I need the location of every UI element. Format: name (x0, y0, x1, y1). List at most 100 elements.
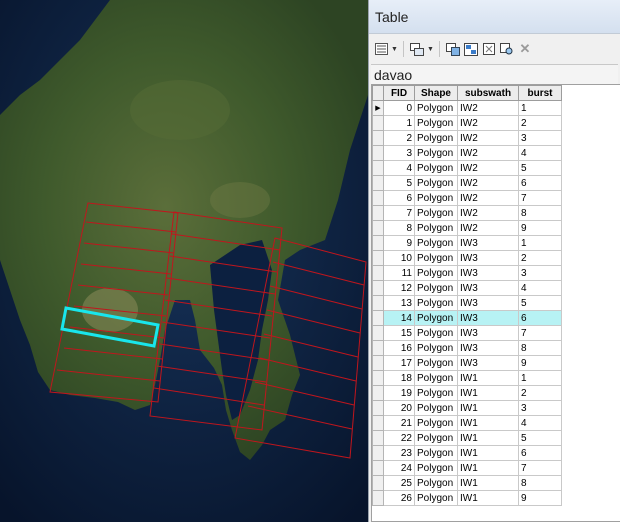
cell-subswath[interactable]: IW3 (457, 355, 519, 371)
cell-fid[interactable]: 17 (383, 355, 415, 371)
cell-shape[interactable]: Polygon (414, 325, 458, 341)
table-row[interactable]: 19 Polygon IW1 2 (372, 385, 562, 401)
table-row[interactable]: 11 Polygon IW3 3 (372, 265, 562, 281)
cell-shape[interactable]: Polygon (414, 115, 458, 131)
cell-shape[interactable]: Polygon (414, 130, 458, 146)
cell-shape[interactable]: Polygon (414, 310, 458, 326)
related-tables-icon[interactable] (409, 41, 425, 57)
cell-shape[interactable]: Polygon (414, 160, 458, 176)
select-by-attributes-icon[interactable] (445, 41, 461, 57)
cell-subswath[interactable]: IW3 (457, 280, 519, 296)
cell-fid[interactable]: 5 (383, 175, 415, 191)
table-row[interactable]: 18 Polygon IW1 1 (372, 370, 562, 386)
cell-burst[interactable]: 2 (518, 250, 562, 266)
row-selector[interactable] (372, 235, 384, 251)
attribute-table[interactable]: FID Shape subswath burst ▶ 0 Polygon IW2 1 1 P… (371, 84, 620, 522)
cell-subswath[interactable]: IW1 (457, 490, 519, 506)
row-selector[interactable] (372, 460, 384, 476)
cell-subswath[interactable]: IW2 (457, 175, 519, 191)
cell-fid[interactable]: 6 (383, 190, 415, 206)
cell-fid[interactable]: 12 (383, 280, 415, 296)
row-selector[interactable] (372, 370, 384, 386)
cell-shape[interactable]: Polygon (414, 235, 458, 251)
row-selector[interactable] (372, 400, 384, 416)
cell-burst[interactable]: 3 (518, 400, 562, 416)
row-selector[interactable] (372, 250, 384, 266)
chevron-down-icon[interactable]: ▼ (427, 46, 434, 53)
cell-fid[interactable]: 13 (383, 295, 415, 311)
cell-burst[interactable]: 6 (518, 445, 562, 461)
row-selector[interactable] (372, 430, 384, 446)
cell-fid[interactable]: 19 (383, 385, 415, 401)
column-header-subswath[interactable]: subswath (457, 85, 519, 101)
cell-shape[interactable]: Polygon (414, 385, 458, 401)
column-header-shape[interactable]: Shape (414, 85, 458, 101)
cell-subswath[interactable]: IW1 (457, 475, 519, 491)
cell-subswath[interactable]: IW2 (457, 115, 519, 131)
map-view[interactable] (0, 0, 368, 522)
table-row[interactable]: 20 Polygon IW1 3 (372, 400, 562, 416)
table-row[interactable]: 3 Polygon IW2 4 (372, 145, 562, 161)
cell-fid[interactable]: 7 (383, 205, 415, 221)
row-selector[interactable] (372, 175, 384, 191)
cell-burst[interactable]: 9 (518, 490, 562, 506)
chevron-down-icon[interactable]: ▼ (391, 46, 398, 53)
row-selector[interactable] (372, 280, 384, 296)
table-row[interactable]: 7 Polygon IW2 8 (372, 205, 562, 221)
row-selector[interactable] (372, 310, 384, 326)
cell-fid[interactable]: 2 (383, 130, 415, 146)
row-selector-header[interactable] (372, 85, 384, 101)
cell-shape[interactable]: Polygon (414, 445, 458, 461)
cell-subswath[interactable]: IW3 (457, 325, 519, 341)
cell-shape[interactable]: Polygon (414, 295, 458, 311)
cell-burst[interactable]: 2 (518, 115, 562, 131)
cell-shape[interactable]: Polygon (414, 490, 458, 506)
cell-fid[interactable]: 23 (383, 445, 415, 461)
table-row[interactable]: 13 Polygon IW3 5 (372, 295, 562, 311)
row-selector[interactable] (372, 220, 384, 236)
cell-burst[interactable]: 6 (518, 175, 562, 191)
row-selector[interactable] (372, 190, 384, 206)
cell-burst[interactable]: 5 (518, 160, 562, 176)
cell-fid[interactable]: 10 (383, 250, 415, 266)
cell-burst[interactable]: 5 (518, 295, 562, 311)
column-header-fid[interactable]: FID (383, 85, 415, 101)
cell-subswath[interactable]: IW1 (457, 370, 519, 386)
table-row[interactable]: 17 Polygon IW3 9 (372, 355, 562, 371)
layer-name[interactable]: davao (371, 64, 618, 85)
cell-fid[interactable]: 4 (383, 160, 415, 176)
cell-fid[interactable]: 25 (383, 475, 415, 491)
cell-shape[interactable]: Polygon (414, 205, 458, 221)
cell-subswath[interactable]: IW3 (457, 295, 519, 311)
row-selector[interactable] (372, 130, 384, 146)
cell-fid[interactable]: 0 (383, 100, 415, 116)
cell-subswath[interactable]: IW2 (457, 130, 519, 146)
cell-subswath[interactable]: IW1 (457, 430, 519, 446)
cell-fid[interactable]: 16 (383, 340, 415, 356)
row-selector[interactable] (372, 415, 384, 431)
cell-subswath[interactable]: IW1 (457, 400, 519, 416)
cell-burst[interactable]: 4 (518, 415, 562, 431)
cell-shape[interactable]: Polygon (414, 175, 458, 191)
cell-burst[interactable]: 1 (518, 370, 562, 386)
table-row[interactable]: 5 Polygon IW2 6 (372, 175, 562, 191)
cell-fid[interactable]: 24 (383, 460, 415, 476)
delete-selected-icon[interactable]: ✕ (517, 41, 533, 57)
switch-selection-icon[interactable] (463, 41, 479, 57)
cell-fid[interactable]: 9 (383, 235, 415, 251)
cell-fid[interactable]: 1 (383, 115, 415, 131)
cell-shape[interactable]: Polygon (414, 145, 458, 161)
row-selector[interactable] (372, 340, 384, 356)
row-selector[interactable] (372, 160, 384, 176)
cell-subswath[interactable]: IW3 (457, 265, 519, 281)
cell-fid[interactable]: 15 (383, 325, 415, 341)
cell-burst[interactable]: 7 (518, 460, 562, 476)
table-row[interactable]: 6 Polygon IW2 7 (372, 190, 562, 206)
cell-shape[interactable]: Polygon (414, 475, 458, 491)
table-options-icon[interactable] (373, 41, 389, 57)
cell-fid[interactable]: 11 (383, 265, 415, 281)
cell-fid[interactable]: 18 (383, 370, 415, 386)
cell-subswath[interactable]: IW2 (457, 100, 519, 116)
cell-shape[interactable]: Polygon (414, 100, 458, 116)
table-window-titlebar[interactable]: Table (369, 0, 620, 34)
